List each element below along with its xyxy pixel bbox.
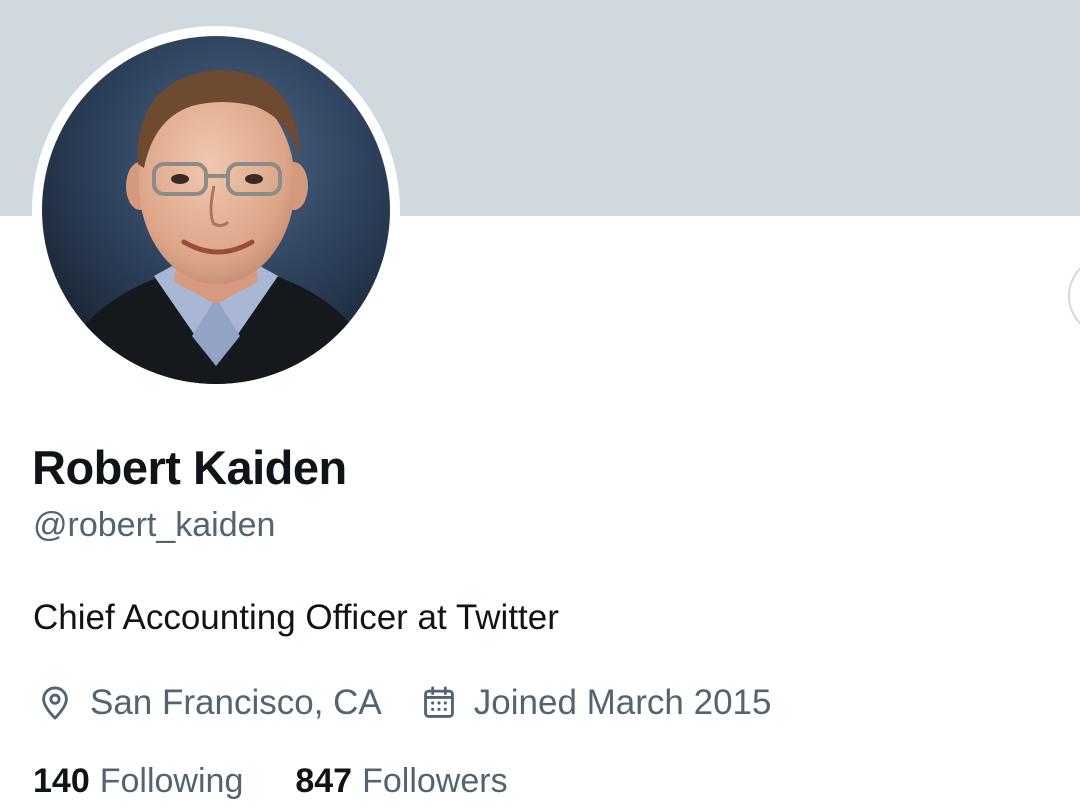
following-count: 140 (33, 762, 90, 800)
profile-page: Robert Kaiden @robert_kaiden Chief Accou… (0, 0, 1080, 812)
follow-stats: 140 Following 847 Followers (33, 762, 508, 801)
display-name: Robert Kaiden (32, 441, 347, 494)
location-item: San Francisco, CA (36, 683, 382, 723)
joined-text: Joined March 2015 (473, 683, 772, 722)
following-label: Following (99, 762, 244, 800)
joined-item: Joined March 2015 (420, 683, 772, 723)
avatar-photo (42, 36, 390, 384)
profile-action-button[interactable] (1068, 256, 1080, 336)
following-link[interactable]: 140 Following (33, 762, 243, 801)
user-handle: @robert_kaiden (33, 506, 276, 544)
followers-count: 847 (295, 762, 353, 800)
location-text: San Francisco, CA (90, 683, 382, 722)
followers-link[interactable]: 847 Followers (295, 762, 507, 801)
followers-label: Followers (362, 762, 508, 800)
calendar-icon (423, 686, 454, 718)
profile-meta: San Francisco, CA Joined March 2015 (36, 680, 771, 726)
location-pin-icon (42, 686, 68, 720)
profile-bio: Chief Accounting Officer at Twitter (33, 598, 559, 637)
avatar[interactable] (32, 26, 400, 394)
